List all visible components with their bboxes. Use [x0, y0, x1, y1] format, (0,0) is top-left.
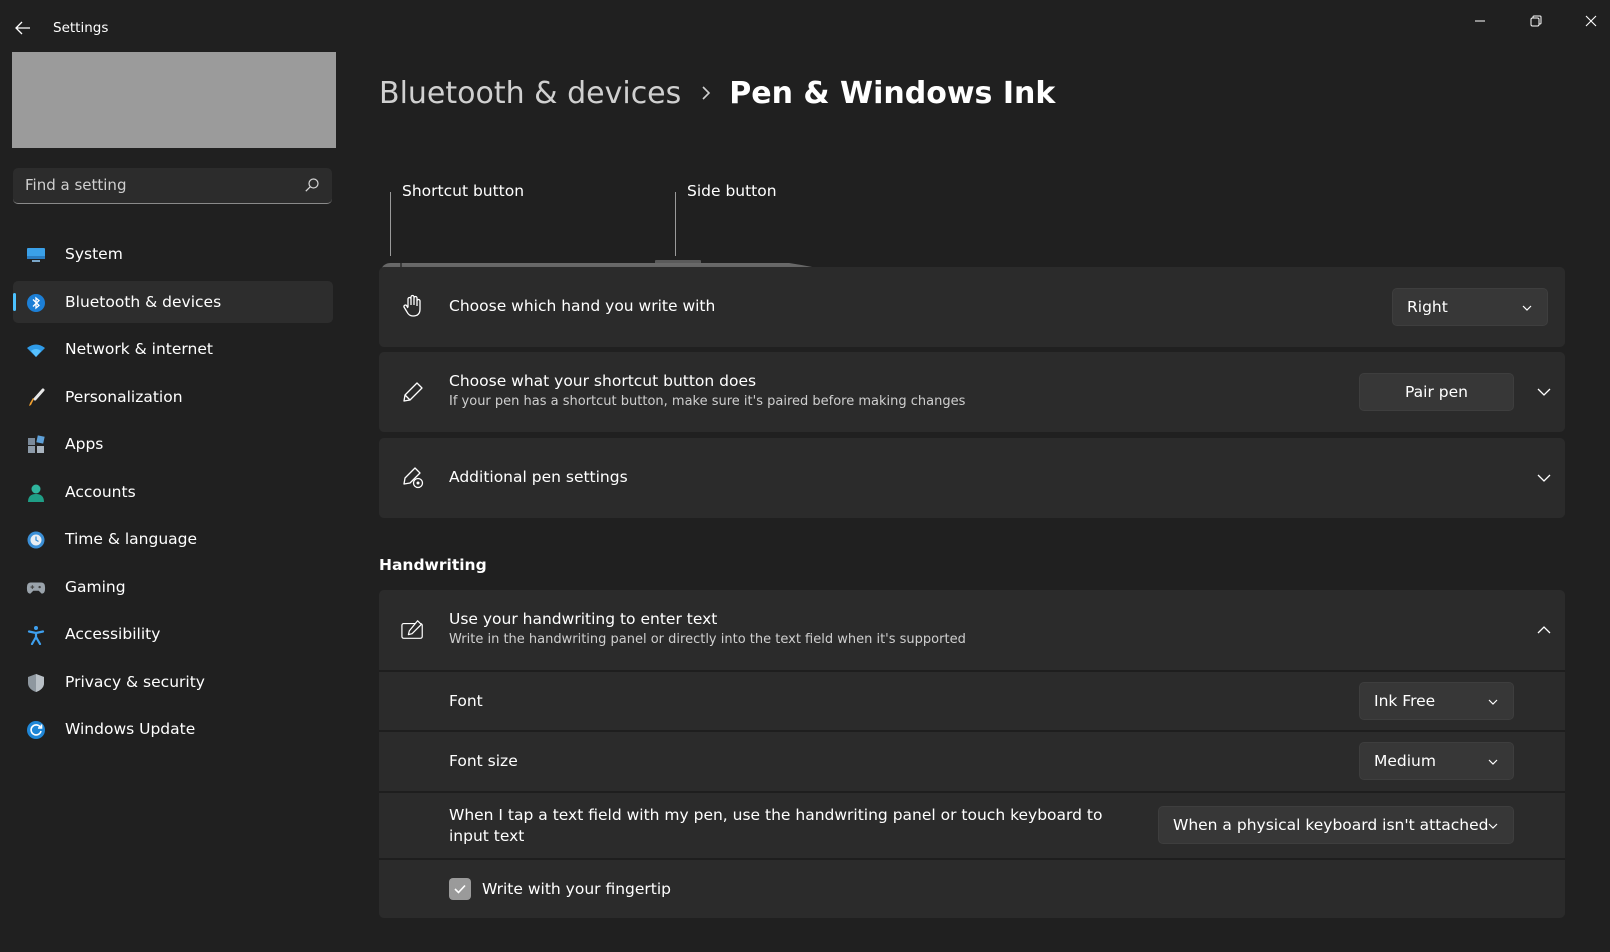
search-icon[interactable]	[304, 177, 320, 193]
pen-settings-icon	[401, 466, 425, 490]
hand-dropdown-value: Right	[1407, 298, 1448, 316]
fingertip-setting-row: Write with your fingertip	[379, 860, 1565, 918]
sidebar-item-accounts[interactable]: Accounts	[13, 471, 333, 513]
font-size-dropdown[interactable]: Medium	[1359, 742, 1514, 780]
chevron-down-icon	[1522, 305, 1532, 311]
handwriting-subtitle: Write in the handwriting panel or direct…	[449, 632, 966, 647]
chevron-down-icon[interactable]	[1536, 384, 1552, 400]
shield-icon	[26, 673, 46, 693]
font-size-dropdown-value: Medium	[1374, 752, 1436, 770]
handwriting-section-header: Handwriting	[379, 556, 487, 574]
side-button-label: Side button	[687, 182, 777, 200]
back-button[interactable]	[13, 17, 33, 39]
sidebar-item-gaming[interactable]: Gaming	[13, 566, 333, 608]
update-icon	[26, 720, 46, 740]
shortcut-setting-card[interactable]: Choose what your shortcut button does If…	[379, 352, 1565, 432]
checkmark-icon	[454, 884, 466, 894]
pen-edit-icon	[401, 380, 425, 404]
main-content: Bluetooth & devices Pen & Windows Ink Sh…	[379, 50, 1569, 952]
minimize-icon	[1475, 20, 1485, 22]
handwriting-icon	[401, 618, 425, 642]
font-dropdown[interactable]: Ink Free	[1359, 682, 1514, 720]
shortcut-button-pointer	[390, 192, 391, 256]
close-button[interactable]	[1576, 10, 1606, 32]
chevron-right-icon	[701, 85, 711, 101]
title-bar: Settings	[0, 0, 1610, 50]
search-box[interactable]	[13, 168, 332, 204]
sidebar-item-time-language[interactable]: Time & language	[13, 518, 333, 560]
sidebar-item-accessibility[interactable]: Accessibility	[13, 613, 333, 655]
sidebar-item-label: Bluetooth & devices	[65, 292, 222, 311]
tap-mode-setting-row: When I tap a text field with my pen, use…	[379, 793, 1565, 858]
sidebar-item-windows-update[interactable]: Windows Update	[13, 708, 333, 750]
apps-icon	[26, 435, 46, 455]
handwriting-card[interactable]: Use your handwriting to enter text Write…	[379, 590, 1565, 670]
sidebar-item-apps[interactable]: Apps	[13, 423, 333, 465]
clock-globe-icon	[26, 530, 46, 550]
sidebar: System Bluetooth & devices Network & int…	[0, 50, 350, 952]
chevron-up-icon[interactable]	[1536, 622, 1552, 638]
person-icon	[26, 483, 46, 503]
sidebar-item-label: System	[65, 245, 123, 263]
monitor-icon	[26, 245, 46, 265]
hand-icon	[401, 294, 425, 318]
sidebar-item-label: Network & internet	[65, 340, 213, 358]
hand-setting-title: Choose which hand you write with	[449, 297, 716, 315]
breadcrumb: Bluetooth & devices Pen & Windows Ink	[379, 68, 1055, 118]
pair-pen-button[interactable]: Pair pen	[1359, 373, 1514, 411]
font-size-setting-row: Font size Medium	[379, 732, 1565, 791]
minimize-button[interactable]	[1465, 10, 1495, 32]
sidebar-item-label: Accessibility	[65, 625, 161, 643]
font-dropdown-value: Ink Free	[1374, 692, 1436, 710]
brush-icon	[26, 388, 46, 408]
chevron-down-icon[interactable]	[1536, 470, 1552, 486]
accessibility-icon	[26, 625, 46, 645]
hand-setting-card: Choose which hand you write with Right	[379, 267, 1565, 347]
handwriting-title: Use your handwriting to enter text	[449, 610, 718, 628]
sidebar-item-label: Gaming	[65, 577, 126, 596]
search-input[interactable]	[13, 168, 293, 202]
sidebar-item-label: Apps	[65, 435, 104, 453]
tap-mode-dropdown[interactable]: When a physical keyboard isn't attached	[1158, 806, 1514, 844]
chevron-down-icon	[1488, 823, 1498, 829]
close-icon	[1585, 15, 1597, 27]
additional-pen-settings-card[interactable]: Additional pen settings	[379, 438, 1565, 518]
hand-dropdown[interactable]: Right	[1392, 288, 1548, 326]
sidebar-item-label: Windows Update	[65, 720, 196, 738]
restore-icon	[1530, 15, 1542, 27]
page-title: Pen & Windows Ink	[729, 75, 1056, 111]
app-title: Settings	[53, 20, 109, 36]
shortcut-setting-title: Choose what your shortcut button does	[449, 372, 757, 390]
additional-pen-settings-title: Additional pen settings	[449, 468, 628, 486]
font-size-setting-label: Font size	[449, 752, 518, 770]
sidebar-item-label: Privacy & security	[65, 672, 205, 691]
chevron-down-icon	[1488, 699, 1498, 705]
fingertip-label[interactable]: Write with your fingertip	[482, 880, 671, 898]
tap-mode-dropdown-value: When a physical keyboard isn't attached	[1173, 816, 1489, 834]
gamepad-icon	[26, 578, 46, 598]
bluetooth-icon	[26, 293, 46, 313]
font-setting-label: Font	[449, 692, 483, 710]
sidebar-item-label: Accounts	[65, 482, 136, 501]
shortcut-setting-subtitle: If your pen has a shortcut button, make …	[449, 394, 966, 409]
sidebar-item-system[interactable]: System	[13, 233, 333, 275]
sidebar-item-personalization[interactable]: Personalization	[13, 376, 333, 418]
sidebar-item-label: Personalization	[65, 387, 183, 406]
font-setting-row: Font Ink Free	[379, 672, 1565, 730]
sidebar-item-network-internet[interactable]: Network & internet	[13, 328, 333, 370]
wifi-icon	[26, 340, 46, 360]
profile-card[interactable]	[12, 52, 336, 148]
breadcrumb-parent-link[interactable]: Bluetooth & devices	[379, 76, 681, 111]
sidebar-item-label: Time & language	[65, 530, 198, 548]
restore-button[interactable]	[1521, 10, 1551, 32]
nav-list: System Bluetooth & devices Network & int…	[13, 233, 333, 756]
sidebar-item-privacy-security[interactable]: Privacy & security	[13, 661, 333, 703]
chevron-down-icon	[1488, 759, 1498, 765]
tap-mode-setting-label: When I tap a text field with my pen, use…	[449, 806, 1103, 845]
sidebar-item-bluetooth-devices[interactable]: Bluetooth & devices	[13, 280, 333, 323]
side-button-pointer	[675, 192, 676, 256]
shortcut-button-label: Shortcut button	[402, 182, 525, 200]
back-arrow-icon	[15, 21, 30, 35]
fingertip-checkbox[interactable]	[449, 878, 471, 900]
